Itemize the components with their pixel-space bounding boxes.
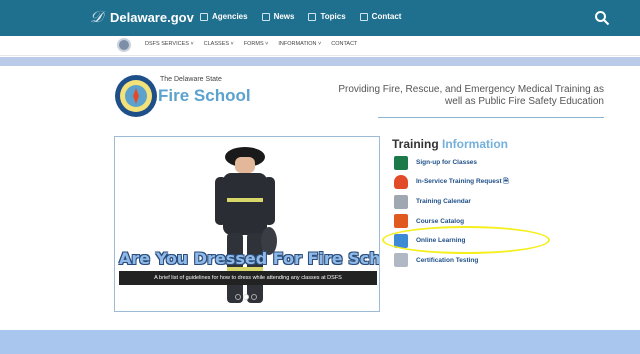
training-link-label: Course Catalog [416, 217, 465, 225]
subnav-classes[interactable]: CLASSES ˅ [204, 41, 234, 47]
chart-icon [394, 155, 408, 170]
online-learning-highlight [382, 226, 550, 254]
delaware-logo-icon: 𝒟 [90, 7, 103, 26]
brand-label: Delaware.gov [110, 9, 194, 25]
training-link-label: Sign-up for Classes [416, 159, 478, 167]
carousel-dot[interactable] [251, 294, 257, 300]
subnav-menu: DSFS SERVICES ˅ CLASSES ˅ FORMS ˅ INFORM… [145, 41, 357, 47]
book-icon [394, 214, 408, 229]
subnav-information[interactable]: INFORMATION ˅ [278, 41, 321, 47]
training-title-word: Training [392, 137, 439, 151]
dsfs-seal-icon[interactable] [117, 38, 131, 52]
training-info-title: Training Information [392, 137, 508, 151]
slide-caption: A brief list of guidelines for how to dr… [119, 271, 377, 285]
header-band [0, 57, 640, 66]
school-title[interactable]: Fire School [158, 86, 251, 106]
chat-icon [308, 12, 317, 21]
hero-carousel[interactable]: Are You Dressed For Fire School? A brief… [114, 136, 380, 312]
calendar-icon [394, 194, 408, 209]
fire-icon [394, 175, 408, 190]
school-tagline: Providing Fire, Rescue, and Emergency Me… [338, 84, 604, 107]
header-divider [378, 117, 604, 118]
topnav-label: Agencies [212, 12, 248, 21]
carousel-dot[interactable] [235, 294, 241, 300]
fire-school-seal-icon[interactable] [114, 74, 158, 118]
topnav-contact[interactable]: Contact [359, 12, 402, 21]
topnav-label: Contact [371, 12, 402, 21]
training-link-text: In-Service Training Request [416, 177, 502, 185]
topnav: Agencies News Topics Contact [200, 12, 401, 21]
document-icon: 🗎 [503, 177, 509, 185]
training-link-inservice[interactable]: In-Service Training Request 🗎 [394, 173, 509, 193]
training-link-label: In-Service Training Request 🗎 [416, 177, 509, 188]
school-subtitle: The Delaware State [160, 76, 222, 83]
phone-icon [359, 12, 368, 21]
search-icon[interactable] [594, 10, 610, 26]
building-icon [200, 12, 208, 21]
topnav-topics[interactable]: Topics [308, 12, 346, 21]
topnav-agencies[interactable]: Agencies [200, 12, 248, 21]
slide-title[interactable]: Are You Dressed For Fire School? [119, 249, 379, 268]
certificate-icon [394, 253, 408, 268]
subnav-forms[interactable]: FORMS ˅ [244, 41, 269, 47]
information-title-word: Information [442, 137, 509, 151]
training-link-label: Certification Testing [416, 256, 479, 264]
topnav-label: News [273, 12, 295, 21]
training-link-signup[interactable]: Sign-up for Classes [394, 153, 509, 173]
training-link-calendar[interactable]: Training Calendar [394, 192, 509, 212]
subnav-dsfs-services[interactable]: DSFS SERVICES ˅ [145, 41, 194, 47]
carousel-dot-active[interactable] [243, 294, 249, 300]
topnav-news[interactable]: News [261, 12, 295, 21]
footer-band [0, 330, 640, 354]
subnav-contact[interactable]: CONTACT [331, 41, 357, 47]
delaware-gov-brand[interactable]: 𝒟 Delaware.gov [90, 8, 194, 26]
news-icon [261, 12, 270, 21]
training-link-label: Training Calendar [416, 198, 471, 206]
topnav-label: Topics [320, 12, 346, 21]
carousel-dots [235, 294, 257, 300]
